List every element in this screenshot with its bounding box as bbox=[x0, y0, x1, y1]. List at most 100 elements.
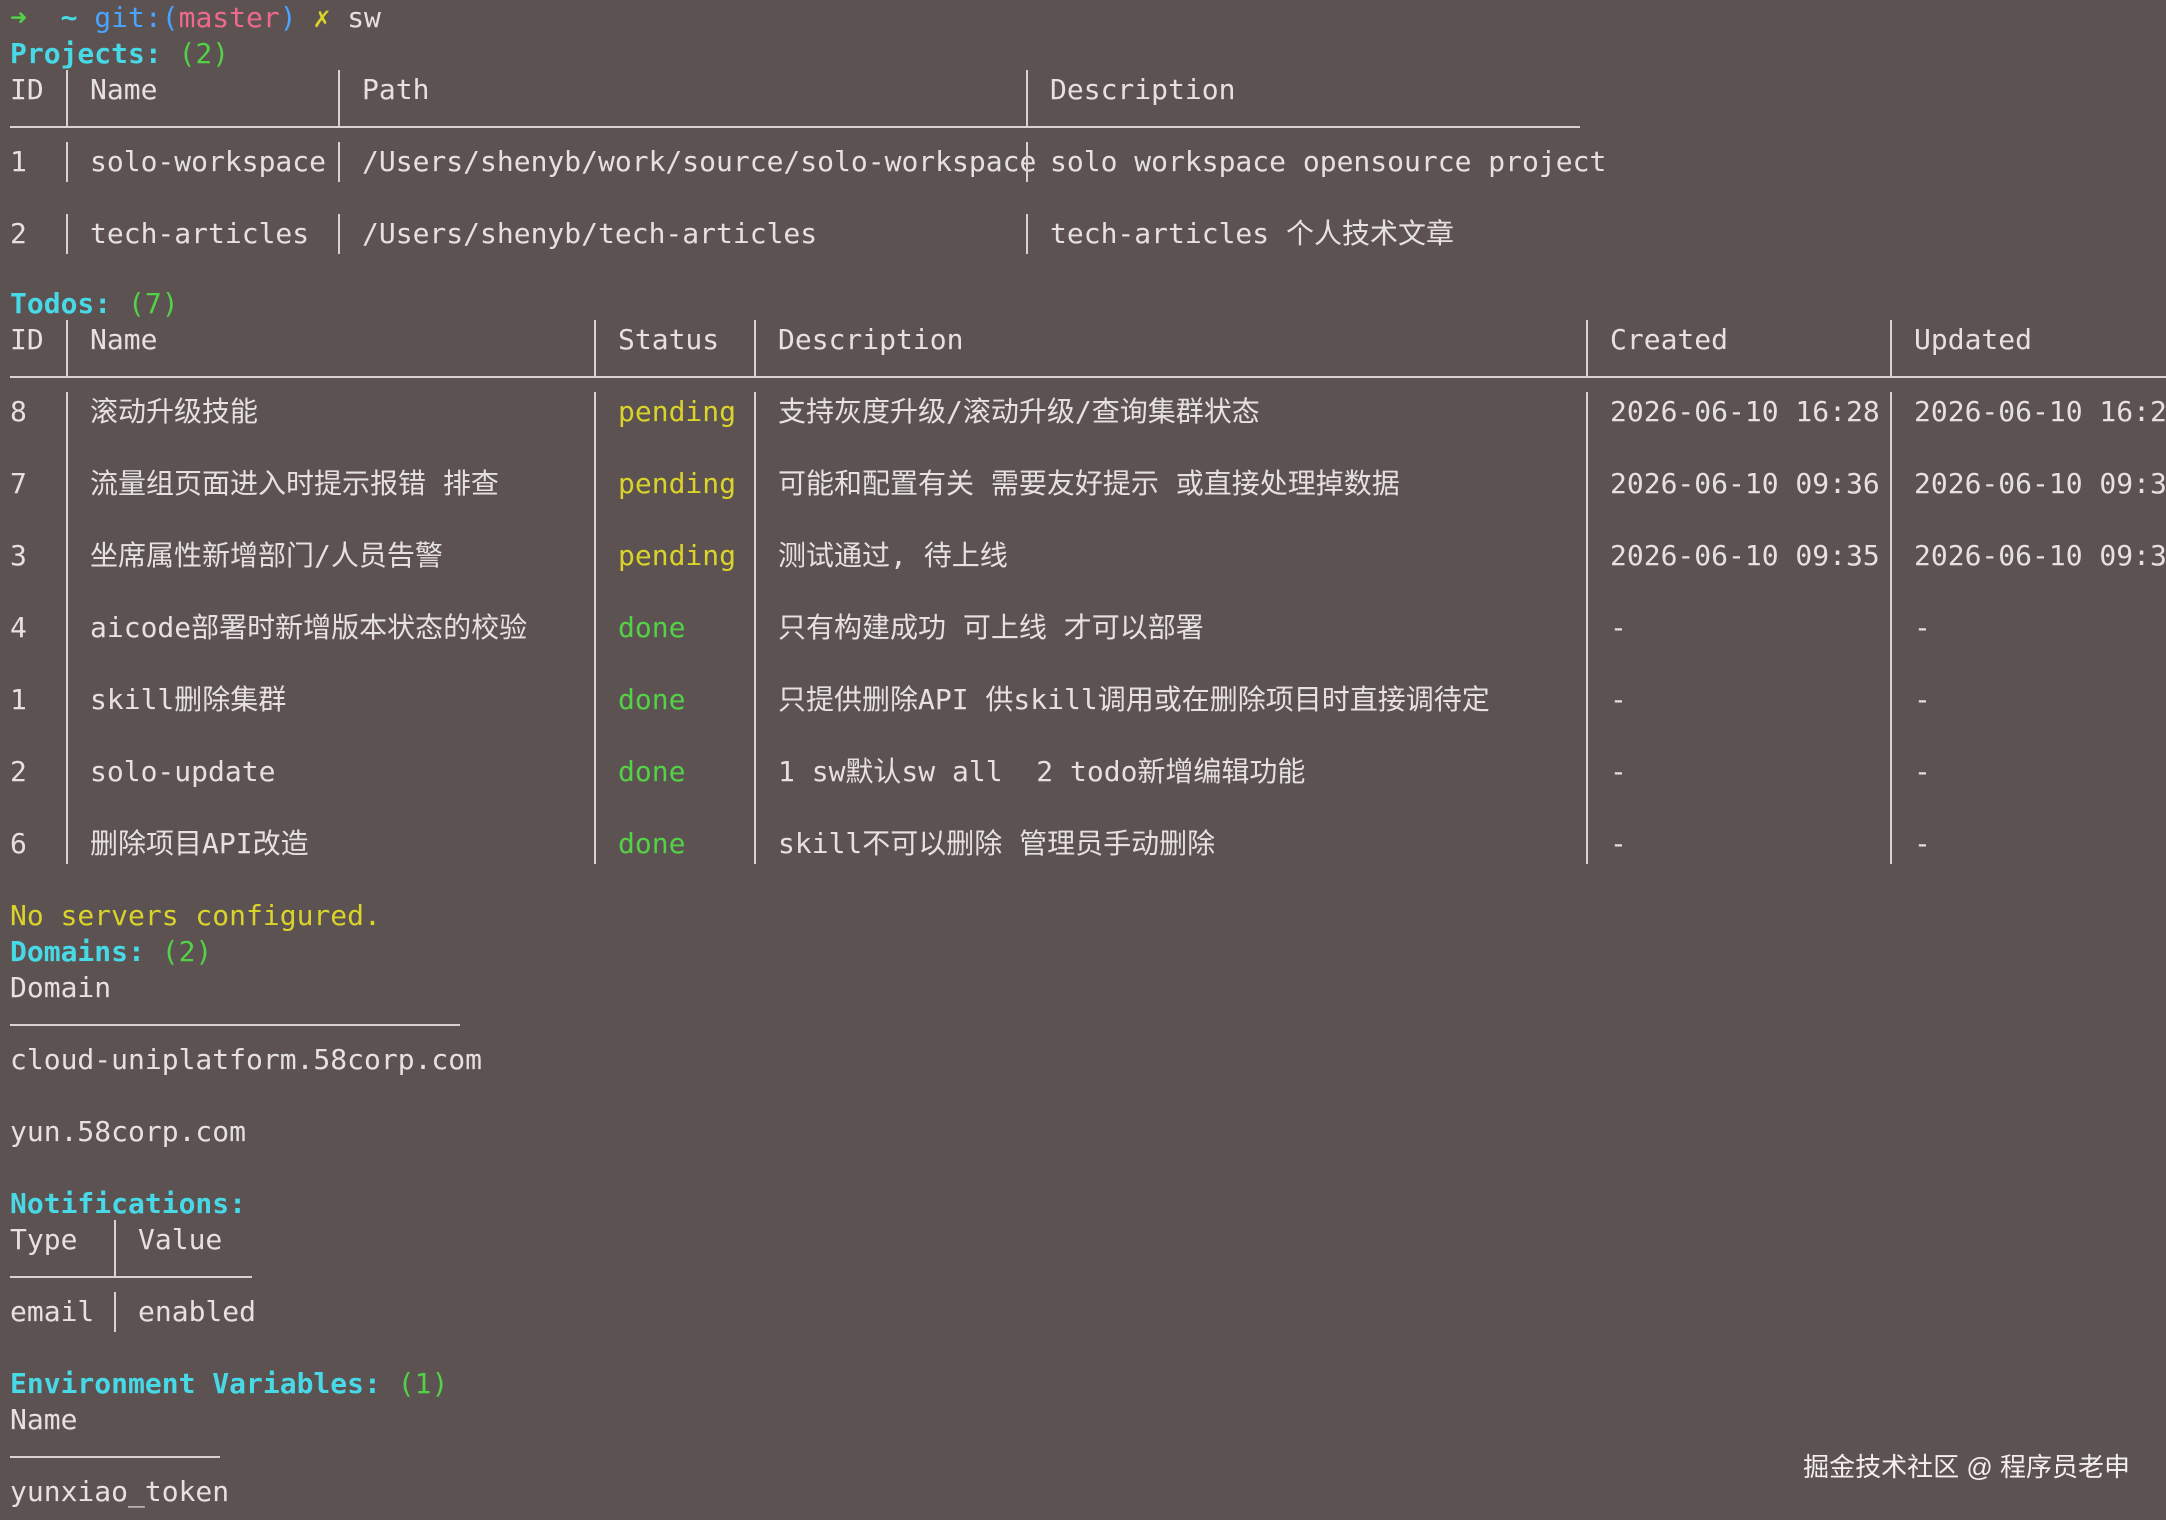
domains-heading: Domains: (2) bbox=[10, 934, 212, 970]
todos-heading: Todos: (7) bbox=[10, 286, 179, 322]
notifications-label: Notifications: bbox=[10, 1187, 247, 1220]
domains-label: Domains: bbox=[10, 935, 145, 968]
projects-col-separator bbox=[66, 214, 68, 254]
domains-count: (2) bbox=[161, 935, 213, 968]
notifications-heading: Notifications: bbox=[10, 1186, 246, 1222]
todo-updated: 2026-06-10 09:36 bbox=[1914, 467, 2166, 500]
todo-status: done bbox=[618, 611, 686, 644]
todo-created: - bbox=[1610, 683, 1627, 716]
todo-name: 删除项目API改造 bbox=[90, 827, 309, 860]
dirty-icon: ✗ bbox=[313, 1, 331, 34]
todo-created: 2026-06-10 09:35 bbox=[1610, 539, 1880, 572]
todo-id: 7 bbox=[10, 467, 27, 500]
project-description: solo workspace opensource project bbox=[1050, 145, 1607, 178]
todo-description: 支持灰度升级/滚动升级/查询集群状态 bbox=[778, 395, 1260, 428]
projects-col-separator bbox=[1026, 214, 1028, 254]
todos-col-separator bbox=[66, 320, 68, 376]
todo-created: - bbox=[1610, 755, 1627, 788]
notifications-header-value: Value bbox=[138, 1223, 223, 1256]
projects-heading: Projects: (2) bbox=[10, 36, 229, 72]
projects-header-id: ID bbox=[10, 73, 44, 106]
env-item: yunxiao_token bbox=[10, 1475, 230, 1508]
todo-description: 只有构建成功 可上线 才可以部署 bbox=[778, 611, 1204, 644]
todo-created: - bbox=[1610, 611, 1627, 644]
todo-id: 2 bbox=[10, 755, 27, 788]
project-name: tech-articles bbox=[90, 217, 310, 250]
todo-description: 只提供删除API 供skill调用或在删除项目时直接调待定 bbox=[778, 683, 1490, 716]
env-heading: Environment Variables: (1) bbox=[10, 1366, 448, 1402]
todos-col-separator bbox=[594, 392, 596, 864]
todo-description: skill不可以删除 管理员手动删除 bbox=[778, 827, 1216, 860]
todos-col-separator bbox=[1890, 320, 1892, 376]
todos-col-separator bbox=[754, 392, 756, 864]
projects-header-path: Path bbox=[362, 73, 430, 106]
env-header-divider bbox=[10, 1456, 220, 1458]
domains-header: Domain bbox=[10, 971, 112, 1004]
todos-col-separator bbox=[1586, 392, 1588, 864]
todo-id: 4 bbox=[10, 611, 27, 644]
todos-col-separator bbox=[66, 392, 68, 864]
projects-col-separator bbox=[66, 70, 68, 126]
todo-status: done bbox=[618, 683, 686, 716]
notification-value: enabled bbox=[138, 1295, 257, 1328]
todo-updated: - bbox=[1914, 755, 1931, 788]
todo-id: 6 bbox=[10, 827, 27, 860]
todo-updated: 2026-06-10 09:35 bbox=[1914, 539, 2166, 572]
env-count: (1) bbox=[397, 1367, 449, 1400]
todos-header-description: Description bbox=[778, 323, 964, 356]
projects-col-separator bbox=[338, 214, 340, 254]
todo-status: pending bbox=[618, 467, 737, 500]
projects-col-separator bbox=[1026, 142, 1028, 182]
projects-header-divider bbox=[10, 126, 1580, 128]
notifications-header-divider bbox=[10, 1276, 252, 1278]
git-prefix: git:( bbox=[94, 1, 179, 34]
projects-col-separator bbox=[338, 142, 340, 182]
todos-header-name: Name bbox=[90, 323, 158, 356]
projects-col-separator bbox=[1026, 70, 1028, 126]
project-path: /Users/shenyb/work/source/solo-workspace bbox=[362, 145, 1037, 178]
todo-name: skill删除集群 bbox=[90, 683, 287, 716]
todos-header-id: ID bbox=[10, 323, 44, 356]
git-suffix: ) bbox=[279, 1, 297, 34]
todo-status: pending bbox=[618, 395, 737, 428]
domain-item: yun.58corp.com bbox=[10, 1115, 247, 1148]
prompt-line: ➜ ~ git:(master) ✗ sw bbox=[10, 0, 381, 36]
prompt-command: sw bbox=[347, 1, 381, 34]
todo-name: 滚动升级技能 bbox=[90, 395, 259, 428]
notifications-header-type: Type bbox=[10, 1223, 78, 1256]
todo-name: aicode部署时新增版本状态的校验 bbox=[90, 611, 528, 644]
project-id: 1 bbox=[10, 145, 27, 178]
todo-id: 8 bbox=[10, 395, 27, 428]
watermark: 掘金技术社区 @ 程序员老申 bbox=[1803, 1452, 2130, 1482]
todo-name: solo-update bbox=[90, 755, 276, 788]
todo-description: 测试通过, 待上线 bbox=[778, 539, 1008, 572]
projects-count: (2) bbox=[178, 37, 230, 70]
todos-col-separator bbox=[1890, 392, 1892, 864]
todos-col-separator bbox=[594, 320, 596, 376]
todo-description: 1 sw默认sw all 2 todo新增编辑功能 bbox=[778, 755, 1306, 788]
projects-col-separator bbox=[338, 70, 340, 126]
todo-status: pending bbox=[618, 539, 737, 572]
todos-count: (7) bbox=[128, 287, 179, 320]
todo-description: 可能和配置有关 需要友好提示 或直接处理掉数据 bbox=[778, 467, 1400, 500]
env-header: Name bbox=[10, 1403, 78, 1436]
todo-id: 1 bbox=[10, 683, 27, 716]
todo-created: 2026-06-10 16:28 bbox=[1610, 395, 1880, 428]
todo-status: done bbox=[618, 755, 686, 788]
project-name: solo-workspace bbox=[90, 145, 327, 178]
notifications-col-separator bbox=[114, 1292, 116, 1332]
projects-header-name: Name bbox=[90, 73, 158, 106]
git-branch: master bbox=[178, 1, 280, 34]
todo-id: 3 bbox=[10, 539, 27, 572]
todo-created: 2026-06-10 09:36 bbox=[1610, 467, 1880, 500]
todo-updated: - bbox=[1914, 683, 1931, 716]
notifications-col-separator bbox=[114, 1220, 116, 1276]
todos-header-divider bbox=[10, 376, 2166, 378]
projects-header-description: Description bbox=[1050, 73, 1236, 106]
projects-label: Projects: bbox=[10, 37, 162, 70]
todo-updated: 2026-06-10 16:28 bbox=[1914, 395, 2166, 428]
todo-status: done bbox=[618, 827, 686, 860]
todo-created: - bbox=[1610, 827, 1627, 860]
todos-col-separator bbox=[1586, 320, 1588, 376]
todos-header-status: Status bbox=[618, 323, 720, 356]
